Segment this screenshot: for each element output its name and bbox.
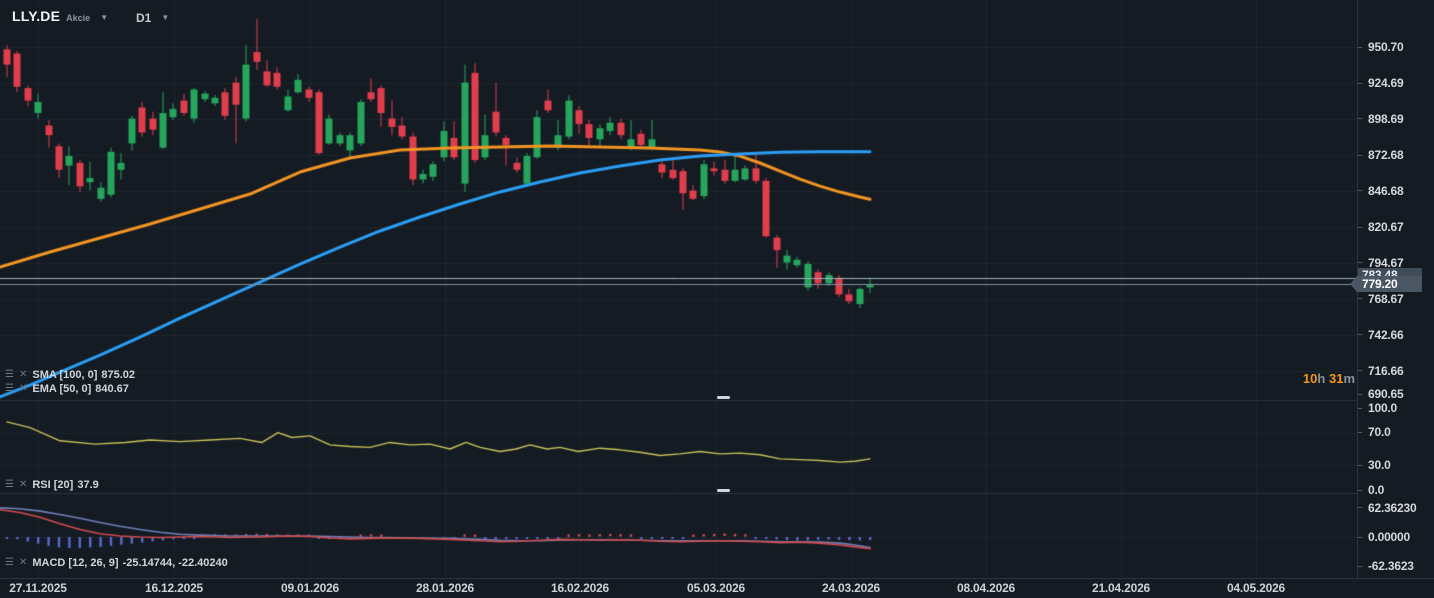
price-axis-label: 846.68 [1357, 185, 1434, 197]
indicator-settings-icon[interactable]: ☰ [5, 480, 14, 490]
chevron-down-icon[interactable]: ▼ [100, 13, 108, 22]
indicator-close-icon[interactable]: ✕ [19, 480, 27, 490]
indicator-close-icon[interactable]: ✕ [19, 384, 27, 394]
time-axis[interactable]: 27.11.2025 16.12.2025 09.01.2026 28.01.2026… [0, 578, 1434, 598]
rsi-axis-label: 0.0 [1357, 484, 1434, 496]
sma-value: 875.02 [101, 369, 135, 381]
macd-axis-label: -62.3623 [1357, 560, 1434, 572]
ema-label: EMA [50, 0] [32, 383, 91, 395]
price-axis-label: 742.66 [1357, 329, 1434, 341]
price-axis-label: 924.69 [1357, 77, 1434, 89]
price-axis-label: 898.69 [1357, 113, 1434, 125]
sma-label: SMA [100, 0] [32, 369, 97, 381]
time-axis-label: 21.04.2026 [1092, 581, 1150, 595]
macd-value: -25.14744, -22.40240 [123, 557, 228, 569]
price-axis-label: 716.66 [1357, 365, 1434, 377]
current-price-tag-arrow [1350, 276, 1357, 292]
session-countdown: 10h 31m [1275, 371, 1355, 386]
time-axis-label: 28.01.2026 [416, 581, 474, 595]
timeframe-selector[interactable]: D1 ▼ [136, 11, 169, 25]
macd-label: MACD [12, 26, 9] [32, 557, 118, 569]
rsi-axis-label: 100.0 [1357, 402, 1434, 414]
price-axis-label: 872.68 [1357, 149, 1434, 161]
price-axis-label: 768.67 [1357, 293, 1434, 305]
time-axis-separator [0, 578, 1434, 579]
legend-macd: ☰ ✕ MACD [12, 26, 9] -25.14744, -22.4024… [5, 557, 228, 569]
chart-canvas[interactable] [0, 0, 1357, 578]
indicator-close-icon[interactable]: ✕ [19, 558, 27, 568]
macd-axis-label: 0.00000 [1357, 531, 1434, 543]
timeframe-label: D1 [136, 11, 151, 25]
current-price-tag: 779.20 [1357, 276, 1422, 292]
ema-value: 840.67 [95, 383, 129, 395]
legend-rsi: ☰ ✕ RSI [20] 37.9 [5, 479, 99, 491]
time-axis-label: 27.11.2025 [9, 581, 66, 595]
price-axis-label: 690.65 [1357, 388, 1434, 400]
time-axis-label: 16.02.2026 [551, 581, 609, 595]
time-axis-label: 09.01.2026 [281, 581, 339, 595]
indicator-settings-icon[interactable]: ☰ [5, 370, 14, 380]
symbol-selector[interactable]: LLY.DE Akcie ▼ [12, 8, 108, 24]
pane-resize-handle[interactable] [717, 489, 730, 492]
chevron-down-icon[interactable]: ▼ [161, 13, 169, 22]
chart-window: LLY.DE Akcie ▼ D1 ▼ ☰ ✕ SMA [100, 0] 875… [0, 0, 1434, 598]
legend-ema: ☰ ✕ EMA [50, 0] 840.67 [5, 383, 129, 395]
price-axis-label: 950.70 [1357, 41, 1434, 53]
price-axis-label: 820.67 [1357, 221, 1434, 233]
rsi-label: RSI [20] [32, 479, 73, 491]
indicator-settings-icon[interactable]: ☰ [5, 558, 14, 568]
time-axis-label: 04.05.2026 [1227, 581, 1285, 595]
symbol-name: LLY.DE [12, 8, 60, 24]
time-axis-label: 05.03.2026 [687, 581, 745, 595]
symbol-type-label: Akcie [66, 13, 90, 23]
indicator-close-icon[interactable]: ✕ [19, 370, 27, 380]
time-axis-label: 24.03.2026 [822, 581, 880, 595]
legend-sma: ☰ ✕ SMA [100, 0] 875.02 [5, 369, 135, 381]
rsi-axis-label: 70.0 [1357, 426, 1434, 438]
rsi-axis-label: 30.0 [1357, 459, 1434, 471]
macd-axis-label: 62.36230 [1357, 502, 1434, 514]
time-axis-label: 16.12.2025 [145, 581, 203, 595]
rsi-value: 37.9 [77, 479, 98, 491]
indicator-settings-icon[interactable]: ☰ [5, 384, 14, 394]
time-axis-label: 08.04.2026 [957, 581, 1015, 595]
pane-resize-handle[interactable] [717, 396, 730, 399]
